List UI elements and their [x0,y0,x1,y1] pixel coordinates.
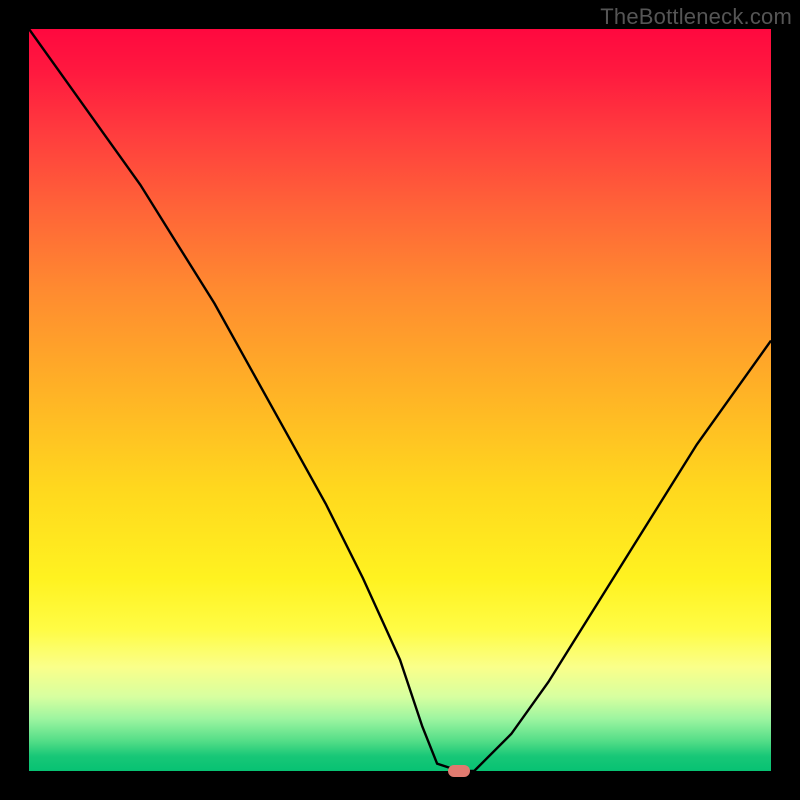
watermark-text: TheBottleneck.com [600,4,792,30]
plot-area [29,29,771,771]
chart-frame: TheBottleneck.com [0,0,800,800]
curve-line [29,29,771,771]
current-point-marker [448,765,470,777]
bottleneck-curve [29,29,771,771]
